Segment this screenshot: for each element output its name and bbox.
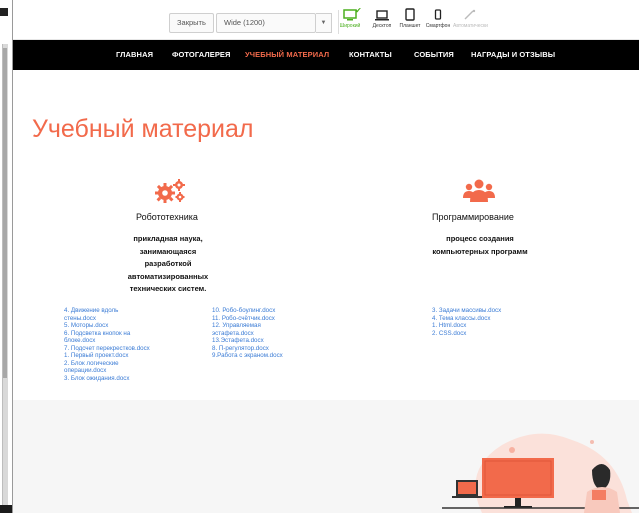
robotics-files-list-2: 10. Робо-боулинг.docx 11. Робо-счётчик.d…: [212, 307, 342, 360]
nav-item-contacts[interactable]: КОНТАКТЫ: [349, 50, 392, 59]
auto-scale-icon: [464, 9, 476, 20]
device-auto-button[interactable]: Автоматически: [453, 8, 488, 38]
checkmark-icon: ✔: [355, 6, 362, 15]
desc-line: занимающаяся: [139, 246, 197, 256]
file-link[interactable]: 1. Первый проект.docx: [64, 352, 194, 360]
robotics-description: прикладная наука, занимающаяся разработк…: [113, 233, 223, 296]
file-link[interactable]: 2. CSS.docx: [432, 330, 562, 338]
smartphone-icon: [434, 9, 442, 20]
programming-title: Программирование: [432, 212, 514, 222]
people-group-icon: [463, 179, 495, 202]
editor-corner-marker: [0, 8, 8, 16]
desc-line: технических систем.: [129, 284, 207, 293]
file-link[interactable]: 4. Тема классы.docx: [432, 315, 562, 323]
device-label: Смартфон: [425, 23, 451, 29]
file-link[interactable]: 3. Задачи массивы.docx: [432, 307, 562, 315]
file-link[interactable]: эстафета.docx: [212, 330, 342, 338]
file-link[interactable]: 13.Эстафета.docx: [212, 337, 342, 345]
viewport-select[interactable]: Wide (1200): [216, 13, 316, 33]
nav-item-awards[interactable]: НАГРАДЫ И ОТЗЫВЫ: [471, 50, 555, 59]
nav-item-home[interactable]: ГЛАВНАЯ: [116, 50, 153, 59]
device-smartphone-button[interactable]: Смартфон: [421, 8, 455, 38]
desc-line: компьютерных программ: [432, 246, 528, 256]
file-link[interactable]: 4. Движение вдоль: [64, 307, 194, 315]
file-link[interactable]: 9.Работа с экраном.docx: [212, 352, 342, 360]
file-link[interactable]: 7. Подсчет перекрестков.docx: [64, 345, 194, 353]
device-wide-button[interactable]: ✔ Широкий: [333, 6, 367, 38]
nav-item-gallery[interactable]: ФОТОГАЛЕРЕЯ: [172, 50, 231, 59]
preview-toolbar: Закрыть Wide (1200) ▼ ✔ Широкий Десктоп …: [13, 0, 639, 40]
file-link[interactable]: 3. Блок ожидания.docx: [64, 375, 194, 383]
file-link[interactable]: 11. Робо-счётчик.docx: [212, 315, 342, 323]
close-button[interactable]: Закрыть: [169, 13, 214, 33]
file-link[interactable]: 12. Управляемая: [212, 322, 342, 330]
file-link[interactable]: операции.docx: [64, 367, 194, 375]
file-link[interactable]: 10. Робо-боулинг.docx: [212, 307, 342, 315]
nav-item-materials[interactable]: УЧЕБНЫЙ МАТЕРИАЛ: [245, 50, 329, 59]
site-nav-bar: ГЛАВНАЯ ФОТОГАЛЕРЕЯ УЧЕБНЫЙ МАТЕРИАЛ КОН…: [13, 40, 639, 70]
laptop-icon: [375, 10, 389, 21]
file-link[interactable]: стены.docx: [64, 315, 194, 323]
nav-item-events[interactable]: СОБЫТИЯ: [414, 50, 454, 59]
page-title: Учебный материал: [32, 115, 254, 143]
device-label: Автоматически: [453, 23, 488, 29]
desc-line: разработкой: [144, 259, 192, 268]
device-label: Широкий: [339, 23, 361, 29]
desc-line: автоматизированных: [127, 271, 209, 281]
chevron-down-icon[interactable]: ▼: [316, 13, 332, 33]
gears-icon: [155, 179, 185, 203]
robotics-title: Робототехника: [136, 212, 198, 222]
file-link[interactable]: 6. Подсветка кнопок на: [64, 330, 194, 338]
file-link[interactable]: 2. Блок логические: [64, 360, 194, 368]
tablet-icon: [405, 8, 415, 21]
workspace-illustration: [442, 433, 639, 513]
robotics-files-list-1: 4. Движение вдоль стены.docx 5. Моторы.d…: [64, 307, 194, 382]
programming-files-list: 3. Задачи массивы.docx 4. Тема классы.do…: [432, 307, 562, 337]
file-link[interactable]: блоке.docx: [64, 337, 194, 345]
file-link[interactable]: 8. П-регулятор.docx: [212, 345, 342, 353]
left-scrollbar-thumb[interactable]: [3, 48, 7, 378]
desc-line: прикладная наука,: [133, 234, 203, 243]
file-link[interactable]: 5. Моторы.docx: [64, 322, 194, 330]
file-link[interactable]: 1. Html.docx: [432, 322, 562, 330]
desc-line: процесс создания: [446, 234, 514, 243]
programming-description: процесс создания компьютерных программ: [420, 233, 540, 258]
